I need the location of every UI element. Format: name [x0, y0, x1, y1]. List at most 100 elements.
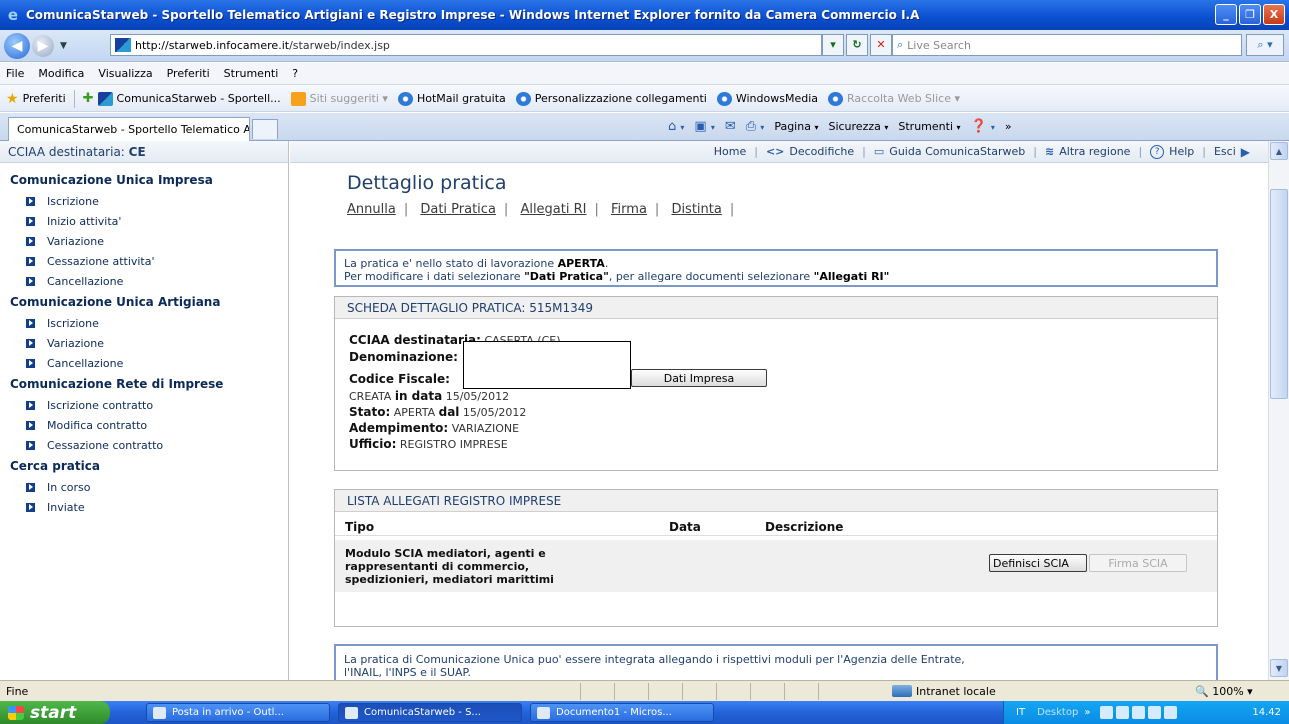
- forward-button[interactable]: ▶: [32, 34, 54, 57]
- restore-button[interactable]: ❐: [1239, 4, 1261, 25]
- fav-item-suggested[interactable]: Siti suggeriti ▾: [290, 91, 388, 106]
- search-input[interactable]: ⌕ Live Search: [892, 34, 1242, 56]
- ie-icon: [828, 91, 843, 106]
- stop-icon[interactable]: ✕: [870, 34, 892, 56]
- sidebar-item[interactable]: Modifica contratto: [10, 415, 288, 435]
- sidebar-item[interactable]: Variazione: [10, 231, 288, 251]
- fav-item-starweb[interactable]: ComunicaStarweb - Sportell...: [97, 91, 281, 106]
- menu-strumenti[interactable]: Strumenti: [224, 67, 279, 80]
- stato-dal: dal: [438, 405, 460, 419]
- history-dropdown-icon[interactable]: ▼: [60, 41, 67, 51]
- zoom-control[interactable]: 🔍 100% ▾: [1195, 685, 1253, 698]
- link-esci[interactable]: Esci ▶: [1214, 145, 1250, 159]
- integration-text-line: l'INAIL, l'INPS e il SUAP.: [344, 666, 471, 679]
- tray-network-icon[interactable]: [1116, 706, 1130, 719]
- menu-modifica[interactable]: Modifica: [38, 67, 84, 80]
- start-button[interactable]: start: [0, 701, 110, 724]
- url-dropdown-icon[interactable]: ▾: [822, 34, 844, 56]
- tray-shield-icon[interactable]: [1132, 706, 1146, 719]
- menu-visualizza[interactable]: Visualizza: [98, 67, 152, 80]
- sidebar-item-label: Cessazione contratto: [47, 438, 164, 452]
- back-button[interactable]: ◀: [4, 32, 30, 59]
- starweb-icon: [97, 91, 113, 106]
- scroll-down-icon[interactable]: ▼: [1270, 659, 1288, 677]
- link-guida[interactable]: ▭ Guida ComunicaStarweb: [874, 145, 1025, 158]
- minimize-button[interactable]: _: [1215, 4, 1237, 25]
- desktop-toolbar[interactable]: Desktop: [1037, 707, 1078, 718]
- url-input[interactable]: http://starweb.infocamere.it/starweb/ind…: [110, 34, 822, 56]
- sidebar-item[interactable]: Iscrizione: [10, 313, 288, 333]
- codice-fiscale-label: Codice Fiscale:: [349, 372, 450, 386]
- link-distinta[interactable]: Distinta: [671, 202, 721, 217]
- main-frame: Home | <> Decodifiche | ▭ Guida ComunicaSt…: [290, 141, 1268, 680]
- fav-item-windowsmedia[interactable]: WindowsMedia: [716, 91, 818, 106]
- col-data: Data: [669, 520, 701, 534]
- link-home[interactable]: Home: [714, 145, 746, 158]
- tray-monitor-icon[interactable]: [1148, 706, 1162, 719]
- sidebar-item[interactable]: Inviate: [10, 497, 288, 517]
- link-altra-regione[interactable]: ≋ Altra regione: [1045, 145, 1130, 158]
- link-help[interactable]: ? Help: [1150, 144, 1194, 159]
- feeds-icon[interactable]: ▣ ▾: [694, 119, 714, 134]
- scroll-thumb[interactable]: [1270, 189, 1288, 399]
- sidebar-item-label: In corso: [47, 480, 91, 494]
- fav-item-hotmail[interactable]: HotMail gratuita: [397, 91, 506, 106]
- tray-volume-icon[interactable]: [1164, 706, 1178, 719]
- sidebar-item[interactable]: Cessazione attivita': [10, 251, 288, 271]
- language-indicator[interactable]: IT: [1016, 707, 1025, 718]
- cmd-sicurezza[interactable]: Sicurezza ▾: [828, 120, 888, 133]
- tray-icons: [1100, 706, 1178, 719]
- mail-icon[interactable]: ✉: [725, 119, 736, 134]
- sidebar-item[interactable]: Variazione: [10, 333, 288, 353]
- help-icon[interactable]: ❓ ▾: [971, 119, 995, 134]
- sidebar-item[interactable]: Inizio attivita': [10, 211, 288, 231]
- favorites-button[interactable]: Preferiti: [23, 92, 66, 105]
- cmd-strumenti[interactable]: Strumenti ▾: [898, 120, 960, 133]
- tray-chevron-icon[interactable]: »: [1084, 707, 1090, 718]
- search-go-button[interactable]: ⌕ ▾: [1246, 34, 1284, 56]
- link-dati-pratica[interactable]: Dati Pratica: [420, 202, 496, 217]
- sidebar-item[interactable]: Cessazione contratto: [10, 435, 288, 455]
- task-word[interactable]: Documento1 - Micros...: [530, 703, 714, 722]
- link-allegati-ri[interactable]: Allegati RI: [520, 202, 586, 217]
- info-bold: "Dati Pratica": [524, 270, 609, 283]
- exit-arrow-icon: ▶: [1240, 144, 1250, 159]
- close-button[interactable]: X: [1263, 4, 1285, 25]
- sidebar-item[interactable]: Iscrizione contratto: [10, 395, 288, 415]
- fav-item-webslice[interactable]: Raccolta Web Slice ▾: [828, 91, 960, 106]
- security-zone[interactable]: Intranet locale: [892, 685, 996, 698]
- word-icon: [537, 706, 550, 719]
- task-comunicastarweb[interactable]: ComunicaStarweb - S...: [338, 703, 522, 722]
- add-favorite-icon[interactable]: ✚: [83, 91, 94, 106]
- new-tab-button[interactable]: [252, 119, 278, 139]
- sidebar-item[interactable]: In corso: [10, 477, 288, 497]
- link-annulla[interactable]: Annulla: [347, 202, 396, 217]
- sidebar-item-label: Cessazione attivita': [47, 254, 155, 268]
- refresh-icon[interactable]: ↻: [846, 34, 868, 56]
- print-icon[interactable]: ⎙ ▾: [746, 119, 765, 134]
- dati-impresa-button[interactable]: Dati Impresa: [631, 369, 767, 387]
- chevron-more-icon[interactable]: »: [1005, 120, 1012, 133]
- home-icon[interactable]: ⌂ ▾: [668, 119, 684, 134]
- task-outlook[interactable]: Posta in arrivo - Outl...: [146, 703, 330, 722]
- arrow-bullet-icon: [26, 482, 35, 492]
- menu-help[interactable]: ?: [292, 67, 298, 80]
- vertical-scrollbar[interactable]: ▲ ▼: [1268, 141, 1289, 680]
- sidebar-item[interactable]: Cancellazione: [10, 353, 288, 373]
- menu-file[interactable]: File: [6, 67, 24, 80]
- tray-app-icon[interactable]: [1100, 706, 1114, 719]
- definisci-scia-button[interactable]: Definisci SCIA: [989, 554, 1087, 572]
- sidebar-item[interactable]: Cancellazione: [10, 271, 288, 291]
- scroll-up-icon[interactable]: ▲: [1270, 142, 1288, 160]
- firma-scia-button[interactable]: Firma SCIA: [1089, 554, 1187, 572]
- fav-item-personalizza[interactable]: Personalizzazione collegamenti: [515, 91, 707, 106]
- sidebar-item[interactable]: Iscrizione: [10, 191, 288, 211]
- fav-item-label: ComunicaStarweb - Sportell...: [116, 92, 281, 105]
- link-decodifiche[interactable]: <> Decodifiche: [766, 145, 854, 158]
- separator: |: [1138, 145, 1143, 158]
- tab-comunicastarweb[interactable]: ComunicaStarweb - Sportello Telematico A…: [8, 117, 250, 141]
- menu-preferiti[interactable]: Preferiti: [167, 67, 210, 80]
- link-firma[interactable]: Firma: [611, 202, 647, 217]
- arrow-bullet-icon: [26, 318, 35, 328]
- cmd-pagina[interactable]: Pagina ▾: [774, 120, 818, 133]
